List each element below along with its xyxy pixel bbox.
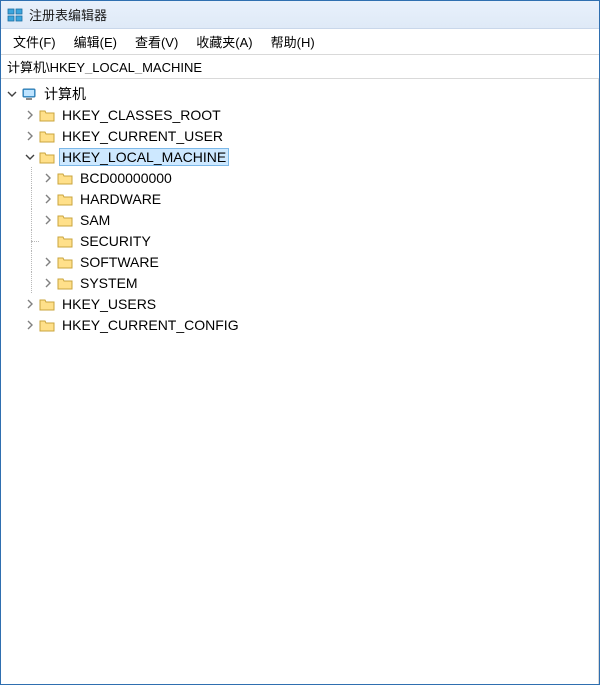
folder-icon — [57, 212, 73, 228]
tree-node-label: BCD00000000 — [77, 169, 175, 187]
tree-node-software[interactable]: SOFTWARE — [5, 251, 598, 272]
folder-icon — [57, 191, 73, 207]
address-input[interactable] — [7, 59, 593, 74]
chevron-right-icon[interactable] — [41, 192, 55, 206]
tree-pane[interactable]: 计算机 HKEY_CLASSES_ROOT — [1, 79, 599, 684]
titlebar: 注册表编辑器 — [1, 1, 599, 29]
address-bar — [1, 55, 599, 79]
tree-node-bcd[interactable]: BCD00000000 — [5, 167, 598, 188]
menu-file[interactable]: 文件(F) — [5, 29, 64, 54]
chevron-right-icon[interactable] — [23, 318, 37, 332]
menu-help[interactable]: 帮助(H) — [263, 29, 323, 54]
folder-icon — [57, 170, 73, 186]
tree-node-label: HKEY_USERS — [59, 295, 159, 313]
chevron-right-icon[interactable] — [41, 255, 55, 269]
chevron-right-icon[interactable] — [23, 297, 37, 311]
tree-node-label: HKEY_CLASSES_ROOT — [59, 106, 224, 124]
chevron-right-icon[interactable] — [41, 276, 55, 290]
menu-favorites[interactable]: 收藏夹(A) — [188, 29, 260, 54]
tree-root-computer[interactable]: 计算机 — [5, 83, 598, 104]
chevron-right-icon[interactable] — [23, 129, 37, 143]
tree-node-hardware[interactable]: HARDWARE — [5, 188, 598, 209]
folder-open-icon — [39, 149, 55, 165]
tree-node-label: SYSTEM — [77, 274, 141, 292]
tree-node-label: HKEY_LOCAL_MACHINE — [59, 148, 229, 166]
tree-node-hkcu[interactable]: HKEY_CURRENT_USER — [5, 125, 598, 146]
menu-view[interactable]: 查看(V) — [127, 29, 186, 54]
chevron-down-icon[interactable] — [23, 150, 37, 164]
tree-node-hku[interactable]: HKEY_USERS — [5, 293, 598, 314]
tree-node-system[interactable]: SYSTEM — [5, 272, 598, 293]
menu-edit[interactable]: 编辑(E) — [66, 29, 125, 54]
tree-node-label: HKEY_CURRENT_CONFIG — [59, 316, 242, 334]
chevron-right-icon[interactable] — [41, 171, 55, 185]
tree-node-security[interactable]: SECURITY — [5, 230, 598, 251]
folder-icon — [39, 128, 55, 144]
folder-icon — [57, 233, 73, 249]
chevron-right-icon[interactable] — [23, 108, 37, 122]
chevron-right-icon[interactable] — [41, 213, 55, 227]
tree-node-label: SECURITY — [77, 232, 154, 250]
tree-node-hkcr[interactable]: HKEY_CLASSES_ROOT — [5, 104, 598, 125]
folder-icon — [39, 317, 55, 333]
tree-node-hkcc[interactable]: HKEY_CURRENT_CONFIG — [5, 314, 598, 335]
chevron-down-icon[interactable] — [5, 87, 19, 101]
window-title: 注册表编辑器 — [29, 5, 107, 24]
tree-node-label: SOFTWARE — [77, 253, 162, 271]
computer-icon — [21, 86, 37, 102]
content-area: 计算机 HKEY_CLASSES_ROOT — [1, 79, 599, 684]
tree-node-hklm[interactable]: HKEY_LOCAL_MACHINE — [5, 146, 598, 167]
tree-node-label: HKEY_CURRENT_USER — [59, 127, 226, 145]
folder-icon — [39, 296, 55, 312]
folder-icon — [57, 275, 73, 291]
regedit-icon — [7, 7, 23, 23]
tree-node-label: HARDWARE — [77, 190, 164, 208]
menubar: 文件(F) 编辑(E) 查看(V) 收藏夹(A) 帮助(H) — [1, 29, 599, 55]
tree-node-label: SAM — [77, 211, 113, 229]
folder-icon — [39, 107, 55, 123]
tree-node-sam[interactable]: SAM — [5, 209, 598, 230]
folder-icon — [57, 254, 73, 270]
tree-node-label: 计算机 — [41, 83, 89, 105]
registry-editor-window: 注册表编辑器 文件(F) 编辑(E) 查看(V) 收藏夹(A) 帮助(H) — [0, 0, 600, 685]
